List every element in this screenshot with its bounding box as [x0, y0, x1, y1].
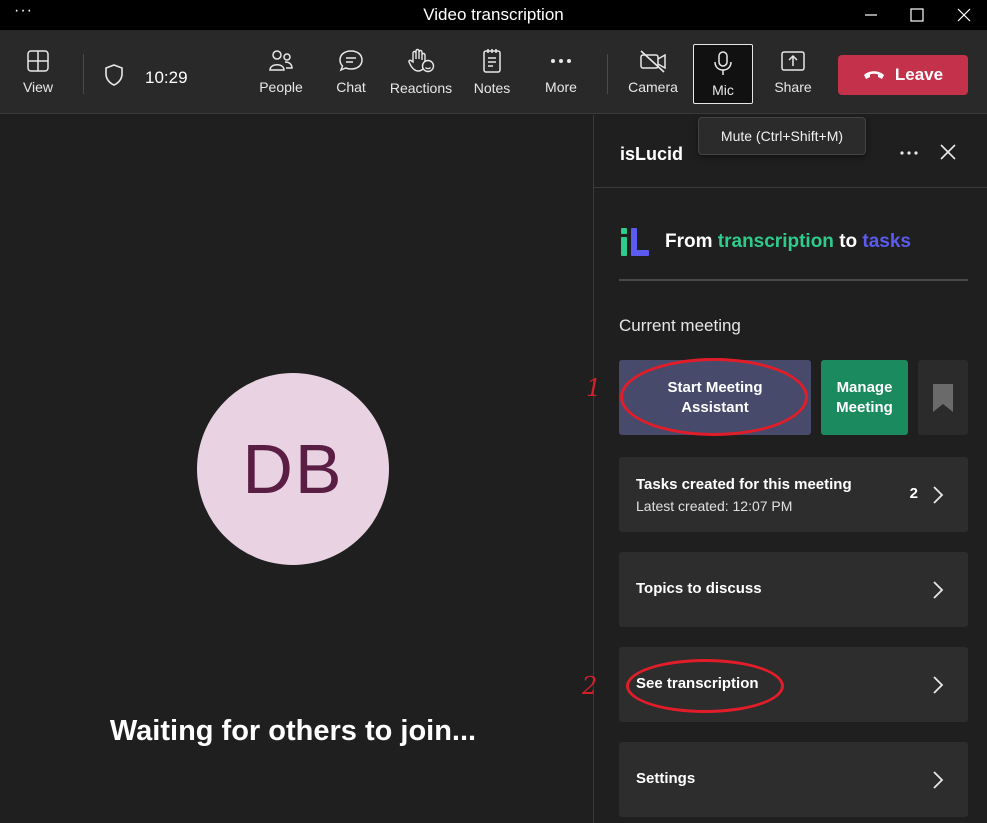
islucid-logo-icon: [621, 228, 649, 256]
brand-divider: [619, 279, 968, 281]
hang-up-phone-icon: [863, 71, 884, 79]
annotation-number-2: 2: [582, 672, 598, 700]
minimize-button[interactable]: [848, 0, 894, 30]
waiting-message: Waiting for others to join...: [109, 715, 477, 747]
notes-icon: [483, 49, 501, 73]
chat-button[interactable]: Chat: [331, 30, 371, 114]
participant-avatar: DB: [197, 373, 389, 565]
chat-label: Chat: [336, 79, 366, 95]
close-window-button[interactable]: [941, 0, 987, 30]
share-button[interactable]: Share: [770, 30, 816, 114]
start-meeting-assistant-button[interactable]: Start Meeting Assistant: [619, 360, 811, 435]
chevron-right-icon: [933, 771, 944, 789]
maximize-button[interactable]: [894, 0, 940, 30]
window-title: Video transcription: [423, 5, 564, 24]
brand-tagline: From transcription to tasks: [665, 231, 911, 253]
camera-button[interactable]: Camera: [627, 30, 679, 114]
people-button[interactable]: People: [256, 30, 306, 114]
card-title: Tasks created for this meeting: [636, 476, 852, 493]
card-title: Settings: [636, 770, 696, 787]
chevron-right-icon: [933, 581, 944, 599]
leave-label: Leave: [894, 65, 944, 84]
notes-label: Notes: [473, 80, 511, 96]
settings-card[interactable]: Settings: [619, 742, 968, 817]
chevron-right-icon: [933, 676, 944, 694]
panel-close-button[interactable]: [939, 143, 959, 163]
camera-off-icon: [640, 50, 666, 73]
islucid-brand: From transcription to tasks: [619, 225, 911, 259]
reactions-button[interactable]: Reactions: [390, 30, 452, 114]
view-button[interactable]: View: [14, 30, 62, 114]
bookmark-icon: [933, 383, 953, 412]
notes-button[interactable]: Notes: [471, 30, 513, 114]
maximize-icon: [910, 8, 924, 22]
toolbar-divider: [607, 54, 608, 94]
leave-button[interactable]: Leave: [838, 55, 968, 95]
mic-tooltip: Mute (Ctrl+Shift+M): [698, 117, 866, 155]
start-button-line2: Assistant: [681, 398, 749, 416]
minimize-icon: [865, 14, 877, 16]
manage-button-line1: Manage: [836, 378, 893, 396]
card-subtitle: Latest created: 12:07 PM: [636, 498, 793, 514]
annotation-number-1: 1: [586, 374, 602, 402]
brand-to: to: [839, 231, 858, 252]
view-label: View: [22, 79, 54, 95]
close-icon: [940, 144, 956, 160]
bookmark-button[interactable]: [918, 360, 968, 435]
brand-transcription: transcription: [717, 231, 834, 252]
more-label: More: [545, 79, 577, 95]
shield-icon: [104, 64, 124, 91]
more-button[interactable]: More: [541, 30, 581, 114]
share-label: Share: [774, 79, 812, 95]
camera-label: Camera: [628, 79, 678, 95]
see-transcription-card[interactable]: See transcription: [619, 647, 968, 722]
video-stage: DB Waiting for others to join...: [0, 115, 593, 823]
people-label: People: [259, 79, 303, 95]
toolbar-divider: [83, 54, 84, 94]
share-screen-icon: [781, 51, 805, 71]
title-bar: ··· Video transcription: [0, 0, 987, 30]
start-button-line1: Start Meeting: [667, 378, 763, 396]
topics-to-discuss-card[interactable]: Topics to discuss: [619, 552, 968, 627]
brand-from: From: [665, 231, 713, 252]
chevron-right-icon: [933, 486, 944, 504]
raise-hand-reaction-icon: [408, 48, 435, 73]
grid-icon: [27, 50, 49, 72]
mic-label: Mic: [712, 82, 734, 98]
panel-more-button[interactable]: [897, 143, 921, 163]
microphone-icon: [714, 51, 732, 75]
meeting-timer: 10:29: [145, 68, 188, 87]
more-horizontal-icon: [900, 151, 918, 155]
card-title: See transcription: [636, 675, 759, 692]
manage-button-line2: Meeting: [836, 398, 893, 416]
tasks-created-card[interactable]: Tasks created for this meeting Latest cr…: [619, 457, 968, 532]
mic-button[interactable]: Mic: [693, 44, 753, 104]
card-title: Topics to discuss: [636, 580, 762, 597]
panel-title: isLucid: [620, 144, 684, 164]
task-count: 2: [909, 485, 918, 502]
more-horizontal-icon: [551, 59, 571, 63]
close-icon: [957, 8, 971, 22]
reactions-label: Reactions: [389, 80, 453, 96]
manage-meeting-button[interactable]: Manage Meeting: [821, 360, 908, 435]
chat-icon: [339, 50, 363, 72]
people-icon: [269, 50, 293, 71]
current-meeting-label: Current meeting: [619, 316, 741, 335]
brand-tasks: tasks: [862, 231, 912, 252]
